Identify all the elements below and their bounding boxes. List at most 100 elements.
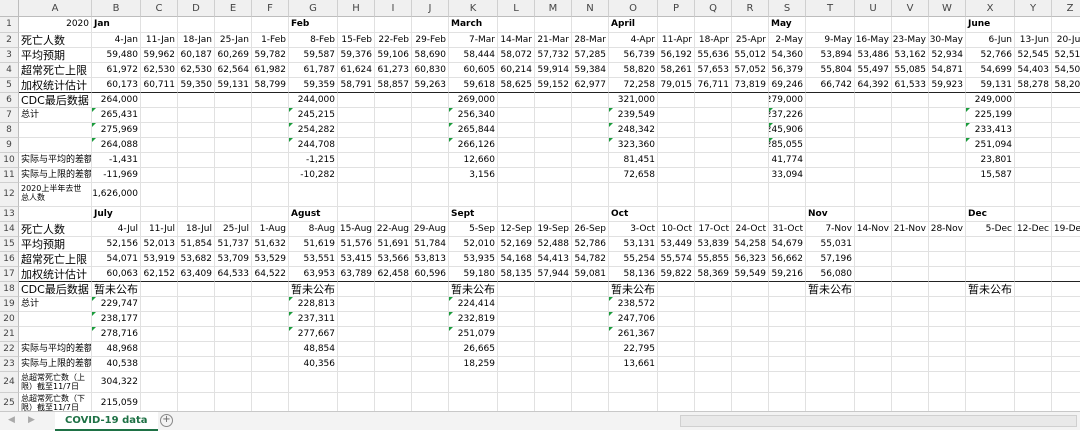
data-cell[interactable]: [658, 327, 695, 342]
data-cell[interactable]: [412, 168, 449, 183]
data-cell[interactable]: [178, 153, 215, 168]
data-cell[interactable]: [892, 237, 929, 252]
data-cell[interactable]: [695, 282, 732, 297]
data-cell[interactable]: [338, 93, 375, 108]
data-cell[interactable]: [855, 183, 892, 207]
data-cell[interactable]: 51,737: [215, 237, 252, 252]
data-cell[interactable]: 15-Aug: [338, 222, 375, 237]
data-cell[interactable]: 59,350: [178, 78, 215, 93]
row-header[interactable]: 11: [0, 168, 19, 183]
data-cell[interactable]: 12-Dec: [1015, 222, 1052, 237]
data-cell[interactable]: [1052, 252, 1080, 267]
data-cell[interactable]: 321,000: [609, 93, 658, 108]
column-header[interactable]: S: [769, 0, 806, 17]
data-cell[interactable]: [572, 357, 609, 372]
data-cell[interactable]: [375, 183, 412, 207]
data-cell[interactable]: [892, 108, 929, 123]
data-cell[interactable]: 58,278: [1015, 78, 1052, 93]
data-cell[interactable]: [141, 297, 178, 312]
data-cell[interactable]: [252, 93, 289, 108]
data-cell[interactable]: 224,414: [449, 297, 498, 312]
data-cell[interactable]: 11-Jul: [141, 222, 178, 237]
data-cell[interactable]: [449, 372, 498, 393]
data-cell[interactable]: 53,935: [449, 252, 498, 267]
data-cell[interactable]: [498, 108, 535, 123]
data-cell[interactable]: 54,679: [769, 237, 806, 252]
column-header[interactable]: G: [289, 0, 338, 17]
data-cell[interactable]: 256,340: [449, 108, 498, 123]
data-cell[interactable]: [178, 327, 215, 342]
data-cell[interactable]: [141, 138, 178, 153]
data-cell[interactable]: [1052, 312, 1080, 327]
data-cell[interactable]: [929, 327, 966, 342]
data-cell[interactable]: [375, 138, 412, 153]
data-cell[interactable]: 254,282: [289, 123, 338, 138]
data-cell[interactable]: [929, 153, 966, 168]
data-cell[interactable]: [412, 327, 449, 342]
data-cell[interactable]: 62,530: [178, 63, 215, 78]
data-cell[interactable]: [1015, 93, 1052, 108]
data-cell[interactable]: 18-Jan: [178, 33, 215, 48]
data-cell[interactable]: [252, 357, 289, 372]
data-cell[interactable]: 261,367: [609, 327, 658, 342]
data-cell[interactable]: [658, 357, 695, 372]
data-cell[interactable]: [338, 138, 375, 153]
data-cell[interactable]: [498, 297, 535, 312]
data-cell[interactable]: [498, 93, 535, 108]
data-cell[interactable]: [338, 372, 375, 393]
data-cell[interactable]: Jan: [92, 17, 141, 33]
data-cell[interactable]: [375, 93, 412, 108]
data-cell[interactable]: [1015, 342, 1052, 357]
data-cell[interactable]: [929, 282, 966, 297]
data-cell[interactable]: 59,131: [215, 78, 252, 93]
data-cell[interactable]: [572, 123, 609, 138]
data-cell[interactable]: [535, 207, 572, 222]
data-cell[interactable]: 59,549: [732, 267, 769, 282]
data-cell[interactable]: [855, 312, 892, 327]
data-cell[interactable]: 63,789: [338, 267, 375, 282]
data-cell[interactable]: 59,587: [289, 48, 338, 63]
data-cell[interactable]: [498, 17, 535, 33]
data-cell[interactable]: [892, 252, 929, 267]
data-cell[interactable]: [215, 372, 252, 393]
data-cell[interactable]: 52,156: [92, 237, 141, 252]
data-cell[interactable]: 58,206: [1052, 78, 1080, 93]
data-cell[interactable]: 暂未公布: [966, 282, 1015, 297]
data-cell[interactable]: 53,682: [178, 252, 215, 267]
data-cell[interactable]: 59,180: [449, 267, 498, 282]
data-cell[interactable]: [178, 168, 215, 183]
data-cell[interactable]: [535, 312, 572, 327]
data-cell[interactable]: July: [92, 207, 141, 222]
data-cell[interactable]: 69,246: [769, 78, 806, 93]
data-cell[interactable]: [1052, 357, 1080, 372]
select-all-corner[interactable]: [0, 0, 19, 17]
data-cell[interactable]: 52,934: [929, 48, 966, 63]
data-cell[interactable]: 61,273: [375, 63, 412, 78]
row-label-cell[interactable]: CDC最后数据: [19, 93, 92, 108]
data-cell[interactable]: [1052, 93, 1080, 108]
data-cell[interactable]: 60,605: [449, 63, 498, 78]
data-cell[interactable]: [806, 183, 855, 207]
data-cell[interactable]: [178, 342, 215, 357]
data-cell[interactable]: -1,215: [289, 153, 338, 168]
data-cell[interactable]: 7-Nov: [806, 222, 855, 237]
data-cell[interactable]: [412, 123, 449, 138]
data-cell[interactable]: 54,699: [966, 63, 1015, 78]
data-cell[interactable]: [178, 372, 215, 393]
data-cell[interactable]: 1-Aug: [252, 222, 289, 237]
row-label-cell[interactable]: 平均预期: [19, 48, 92, 63]
data-cell[interactable]: [178, 123, 215, 138]
row-header[interactable]: 3: [0, 48, 19, 63]
data-cell[interactable]: [178, 17, 215, 33]
data-cell[interactable]: [1015, 108, 1052, 123]
data-cell[interactable]: [498, 372, 535, 393]
data-cell[interactable]: [375, 17, 412, 33]
data-cell[interactable]: [695, 138, 732, 153]
data-cell[interactable]: [695, 17, 732, 33]
data-cell[interactable]: 265,431: [92, 108, 141, 123]
data-cell[interactable]: [929, 183, 966, 207]
data-cell[interactable]: [498, 312, 535, 327]
data-cell[interactable]: [215, 297, 252, 312]
data-cell[interactable]: [1052, 237, 1080, 252]
data-cell[interactable]: [806, 372, 855, 393]
